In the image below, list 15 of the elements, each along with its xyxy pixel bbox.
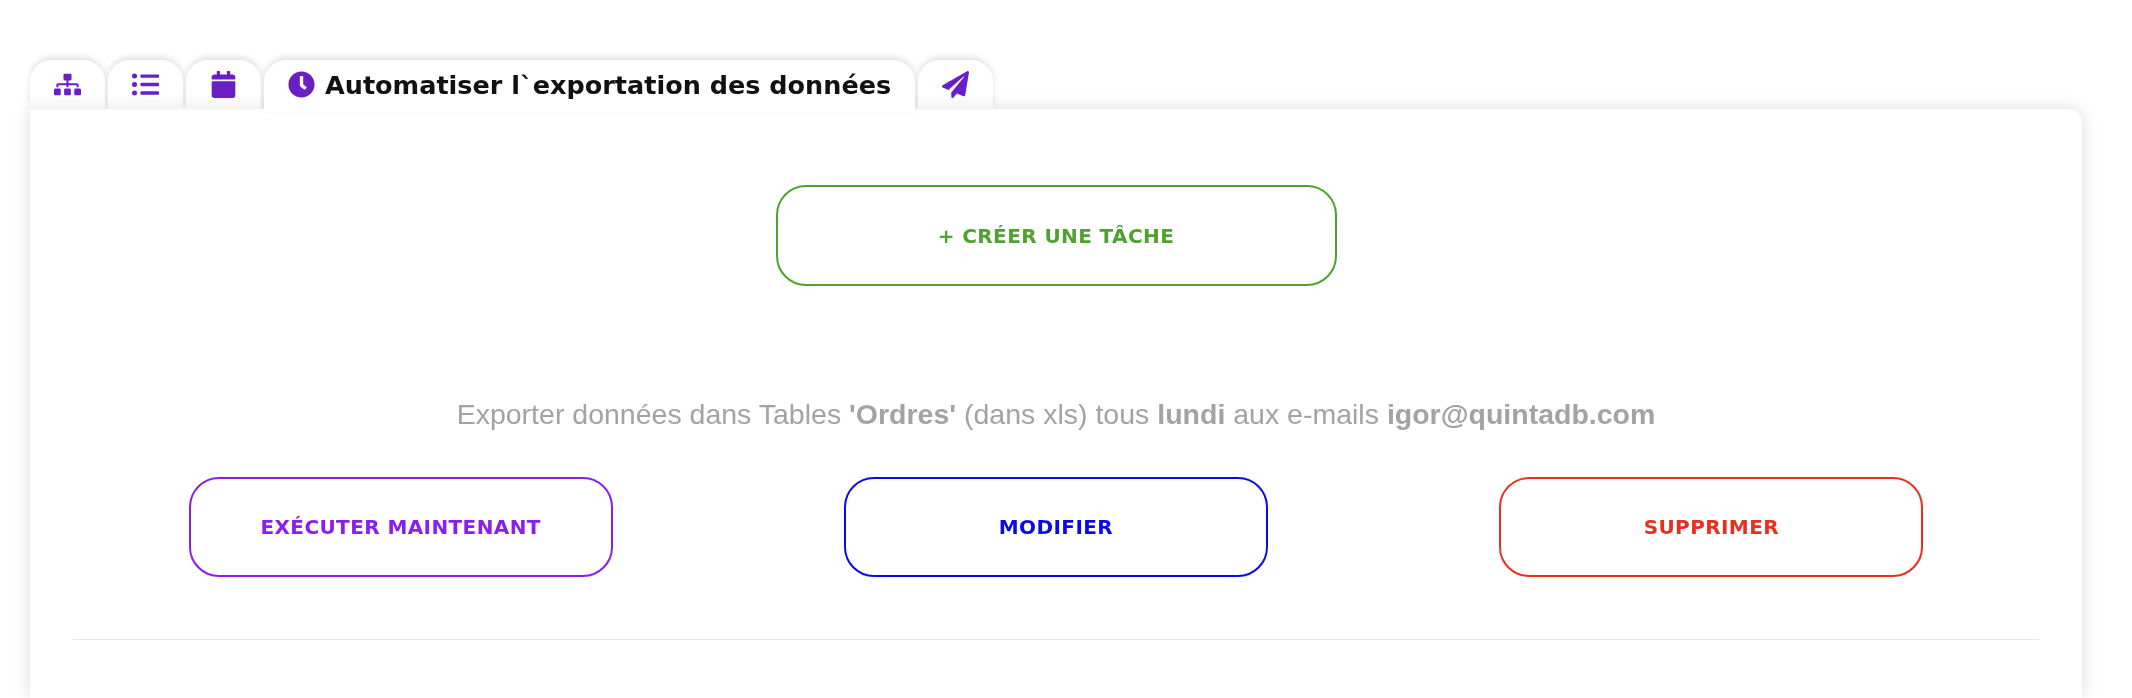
paper-plane-icon [942,71,970,98]
action-button[interactable]: EXÉCUTER MAINTENANT [188,477,613,577]
tab[interactable] [30,60,105,109]
clock-icon [288,71,315,98]
tab[interactable] [186,60,261,109]
list-icon [132,71,159,98]
tab[interactable] [918,60,994,109]
calendar-icon [210,71,237,98]
tab[interactable] [108,60,183,109]
hierarchy-icon [54,71,81,98]
create-task-button[interactable]: + CRÉER UNE TÂCHE [775,185,1337,286]
tab[interactable]: Automatiser l`exportation des données [264,60,916,112]
action-button[interactable]: MODIFIER [844,477,1268,577]
task-description: Exporter données dans Tables 'Ordres' (dans xls) tous lundi aux e-mails igor@quintadb.com [456,398,1656,431]
action-button[interactable]: SUPPRIMER [1499,477,1924,577]
